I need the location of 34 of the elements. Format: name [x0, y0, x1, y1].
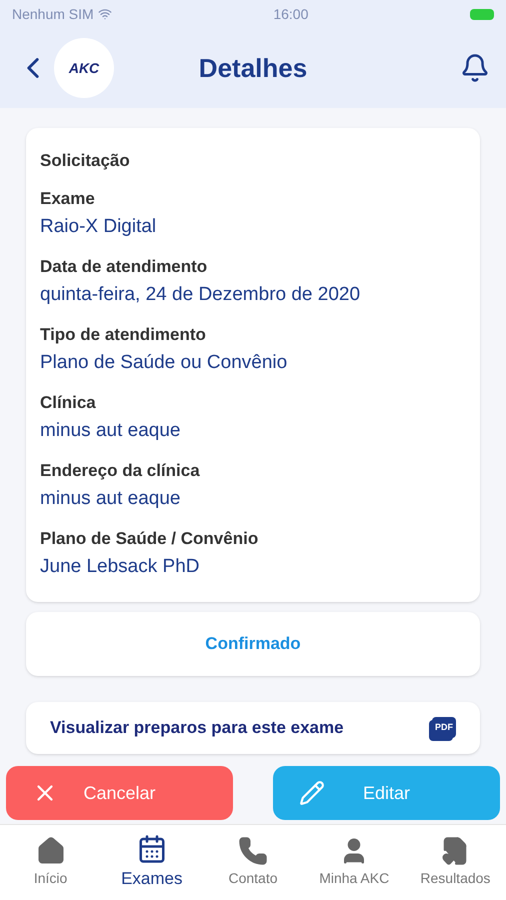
wifi-icon: [98, 7, 112, 21]
carrier-text: Nenhum SIM: [12, 4, 94, 24]
tab[interactable]: Exames: [101, 825, 202, 900]
notification-button[interactable]: [460, 53, 490, 83]
field-value: Raio-X Digital: [40, 215, 158, 239]
home-icon: [36, 836, 66, 866]
field-value: minus aut eaque: [40, 487, 182, 511]
field-value: Plano de Saúde ou Convênio: [40, 351, 288, 375]
tab[interactable]: Minha AKC: [304, 825, 405, 900]
preparation-link[interactable]: Visualizar preparos para este exame PDF: [26, 702, 480, 754]
logo: AKC: [54, 38, 114, 98]
clock-text: 16:00: [273, 4, 308, 24]
field-label: Plano de Saúde / Convênio: [40, 528, 260, 550]
field-label: Data de atendimento: [40, 256, 208, 278]
phone-icon: [238, 836, 268, 866]
page-title: Detalhes: [198, 52, 308, 84]
edit-button[interactable]: Editar: [273, 766, 500, 820]
pencil-icon: [299, 780, 325, 806]
field-value: minus aut eaque: [40, 419, 182, 443]
tab[interactable]: Resultados: [404, 825, 506, 900]
cancel-button[interactable]: Cancelar: [6, 766, 233, 820]
section-heading: Solicitação: [40, 150, 131, 172]
tab[interactable]: Início: [0, 825, 102, 900]
status-text: Confirmado: [205, 632, 301, 655]
field-label: Endereço da clínica: [40, 460, 201, 482]
field-label: Clínica: [40, 392, 97, 414]
battery-icon: [470, 8, 494, 20]
field-label: Tipo de atendimento: [40, 324, 207, 346]
pdf-icon: PDF: [432, 716, 456, 738]
calendar-icon: [136, 834, 167, 864]
field-value: June Lebsack PhD: [40, 555, 200, 579]
field-value: quinta-feira, 24 de Dezembro de 2020: [40, 283, 362, 307]
tab[interactable]: Contato: [202, 825, 304, 900]
field-label: Exame: [40, 188, 96, 210]
